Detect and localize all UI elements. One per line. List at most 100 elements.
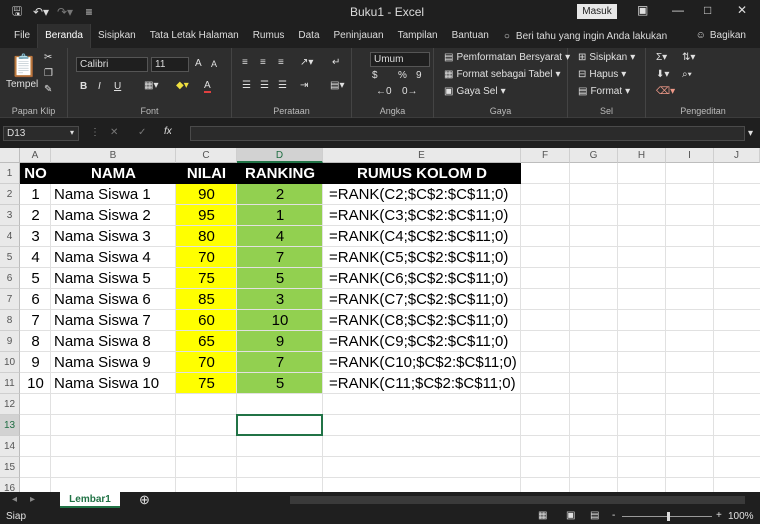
cell-nilai[interactable]: 70	[176, 352, 237, 373]
cell-rumus[interactable]: =RANK(C4;$C$2:$C$11;0)	[329, 226, 508, 247]
cell-nama[interactable]: Nama Siswa 9	[54, 352, 151, 373]
column-header-e[interactable]: E	[323, 148, 521, 163]
cell-nama[interactable]: Nama Siswa 2	[54, 205, 151, 226]
clear-icon[interactable]: ⌫▾	[656, 86, 675, 97]
row-header-9[interactable]: 9	[0, 331, 20, 352]
column-header-f[interactable]: F	[521, 148, 570, 163]
decrease-decimal-icon[interactable]: 0→	[402, 86, 418, 97]
cell-nama[interactable]: Nama Siswa 8	[54, 331, 151, 352]
underline-button[interactable]: U	[114, 81, 121, 92]
merge-icon[interactable]: ▤▾	[330, 80, 344, 91]
align-bottom-icon[interactable]: ≡	[278, 57, 284, 68]
currency-icon[interactable]: $	[372, 70, 378, 81]
row-header-12[interactable]: 12	[0, 394, 20, 415]
maximize-icon[interactable]: □	[704, 3, 711, 17]
zoom-in-icon[interactable]: +	[716, 510, 722, 521]
row-header-2[interactable]: 2	[0, 184, 20, 205]
cell-rumus[interactable]: =RANK(C8;$C$2:$C$11;0)	[329, 310, 508, 331]
align-left-icon[interactable]: ☰	[242, 80, 251, 91]
find-select-icon[interactable]: ⌕▾	[682, 69, 692, 80]
redo-icon[interactable]: ↷▾	[56, 5, 74, 19]
cell-ranking[interactable]: 7	[237, 247, 323, 268]
cell-ranking[interactable]: 5	[237, 268, 323, 289]
cell-no[interactable]: 1	[20, 184, 51, 205]
normal-view-icon[interactable]: ▦	[538, 510, 547, 521]
tab-sisipkan[interactable]: Sisipkan	[91, 24, 143, 48]
tab-peninjauan[interactable]: Peninjauan	[327, 24, 391, 48]
row-header-5[interactable]: 5	[0, 247, 20, 268]
tab-bantuan[interactable]: Bantuan	[445, 24, 496, 48]
cell-ranking[interactable]: 4	[237, 226, 323, 247]
font-color-icon[interactable]: A	[204, 80, 211, 93]
page-break-icon[interactable]: ▤	[590, 510, 599, 521]
cell-nama[interactable]: Nama Siswa 7	[54, 310, 151, 331]
paste-button-label[interactable]: Tempel	[6, 79, 38, 90]
column-header-c[interactable]: C	[176, 148, 237, 163]
cell-no[interactable]: 9	[20, 352, 51, 373]
add-sheet-icon[interactable]: ⊕	[139, 492, 150, 508]
zoom-level[interactable]: 100%	[728, 511, 754, 522]
column-header-d[interactable]: D	[237, 148, 323, 163]
name-box[interactable]: D13	[3, 126, 79, 141]
insert-function-icon[interactable]: fx	[164, 126, 172, 137]
format-table-button[interactable]: ▦ Format sebagai Tabel ▾	[444, 69, 560, 80]
horizontal-scrollbar[interactable]	[290, 496, 745, 504]
cell-nilai[interactable]: 95	[176, 205, 237, 226]
expand-formula-icon[interactable]: ▾	[748, 128, 753, 139]
cell-no[interactable]: 8	[20, 331, 51, 352]
cell-nama[interactable]: Nama Siswa 3	[54, 226, 151, 247]
column-header-g[interactable]: G	[570, 148, 618, 163]
format-cells-button[interactable]: ▤ Format ▾	[578, 86, 630, 97]
align-top-icon[interactable]: ≡	[242, 57, 248, 68]
column-header-h[interactable]: H	[618, 148, 666, 163]
row-header-15[interactable]: 15	[0, 457, 20, 478]
row-header-13[interactable]: 13	[0, 415, 20, 436]
orientation-icon[interactable]: ↗▾	[300, 57, 313, 68]
zoom-out-icon[interactable]: -	[612, 510, 615, 521]
cell-no[interactable]: 5	[20, 268, 51, 289]
paste-icon[interactable]: 📋	[10, 53, 37, 79]
fill-icon[interactable]: ⬇▾	[656, 69, 669, 80]
cell-nama[interactable]: Nama Siswa 1	[54, 184, 151, 205]
font-name-box[interactable]: Calibri	[76, 57, 148, 72]
cell-rumus[interactable]: =RANK(C6;$C$2:$C$11;0)	[329, 268, 508, 289]
font-size-box[interactable]: 11	[151, 57, 189, 72]
cell-ranking[interactable]: 10	[237, 310, 323, 331]
row-header-1[interactable]: 1	[0, 163, 20, 184]
cell-ranking[interactable]: 9	[237, 331, 323, 352]
row-header-16[interactable]: 16	[0, 478, 20, 492]
cell-ranking[interactable]: 7	[237, 352, 323, 373]
cell-rumus[interactable]: =RANK(C5;$C$2:$C$11;0)	[329, 247, 508, 268]
increase-decimal-icon[interactable]: ←0	[376, 86, 392, 97]
tab-data[interactable]: Data	[291, 24, 326, 48]
cell-no[interactable]: 4	[20, 247, 51, 268]
format-painter-icon[interactable]: ✎	[44, 84, 52, 95]
cell-nama[interactable]: Nama Siswa 5	[54, 268, 151, 289]
cell-nilai[interactable]: 90	[176, 184, 237, 205]
bold-button[interactable]: B	[80, 81, 87, 92]
cell-nilai[interactable]: 65	[176, 331, 237, 352]
cell-ranking[interactable]: 5	[237, 373, 323, 394]
row-header-3[interactable]: 3	[0, 205, 20, 226]
column-header-a[interactable]: A	[20, 148, 51, 163]
cell-rumus[interactable]: =RANK(C2;$C$2:$C$11;0)	[329, 184, 508, 205]
header-cell-no[interactable]: NO	[20, 163, 51, 184]
shrink-font-icon[interactable]: A	[211, 59, 217, 69]
grow-font-icon[interactable]: A	[195, 58, 202, 69]
sort-filter-icon[interactable]: ⇅▾	[682, 52, 695, 63]
align-middle-icon[interactable]: ≡	[260, 57, 266, 68]
cut-icon[interactable]: ✂	[44, 52, 52, 63]
row-header-4[interactable]: 4	[0, 226, 20, 247]
wrap-text-icon[interactable]: ↵	[332, 57, 340, 68]
fill-color-icon[interactable]: ◆▾	[176, 80, 189, 91]
cell-ranking[interactable]: 1	[237, 205, 323, 226]
comma-icon[interactable]: 9	[416, 70, 422, 81]
tab-tampilan[interactable]: Tampilan	[391, 24, 445, 48]
sheet-tab-lembar1[interactable]: Lembar1	[60, 492, 120, 508]
percent-icon[interactable]: %	[398, 70, 407, 81]
cancel-icon[interactable]: ✕	[110, 127, 118, 138]
border-icon[interactable]: ▦▾	[144, 80, 158, 91]
row-header-7[interactable]: 7	[0, 289, 20, 310]
tell-me-box[interactable]: ○ Beri tahu yang ingin Anda lakukan	[504, 31, 667, 42]
header-cell-nama[interactable]: NAMA	[51, 163, 176, 184]
